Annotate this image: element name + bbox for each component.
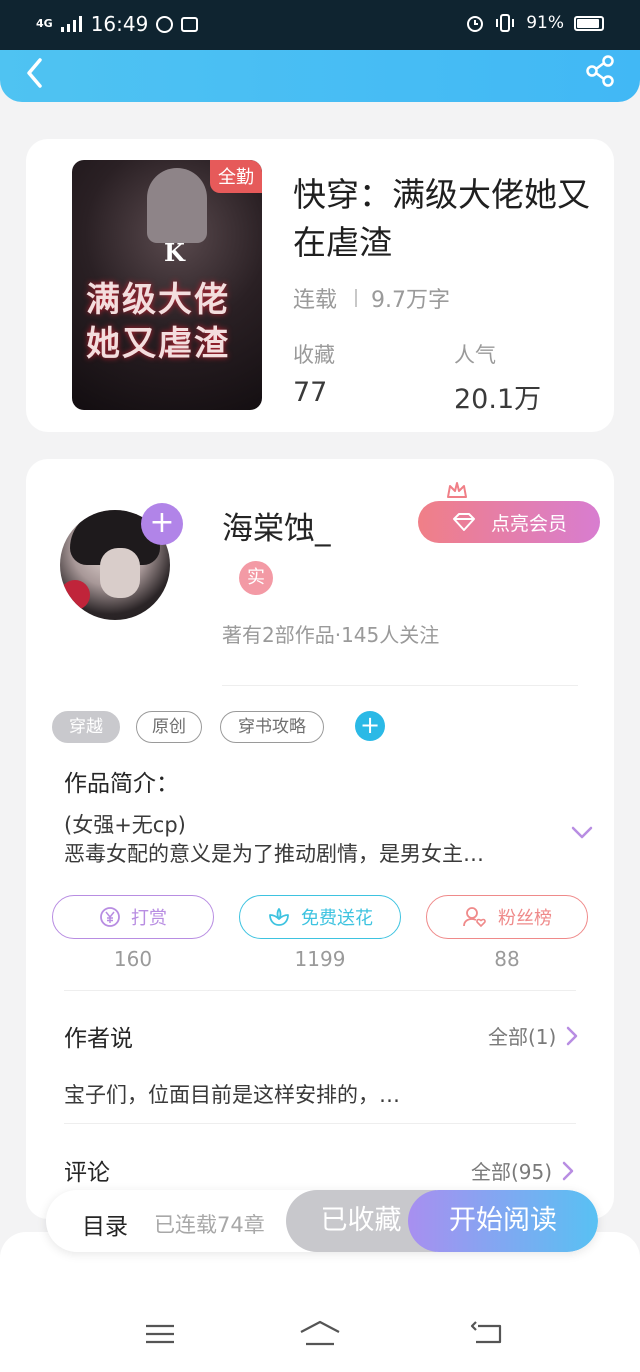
user-heart-icon xyxy=(463,907,486,928)
author-say-text[interactable]: 宝子们，位面目前是这样安排的，… xyxy=(64,1079,400,1109)
send-flower-label: 免费送花 xyxy=(301,908,373,929)
sync-icon xyxy=(156,15,174,33)
comments-all-label: 全部(95) xyxy=(471,1160,553,1184)
signal-icon xyxy=(60,16,82,32)
favorites-label: 收藏 xyxy=(293,343,335,367)
share-icon[interactable] xyxy=(584,54,618,88)
network-indicator: 4G xyxy=(36,17,53,30)
favorites-value: 77 xyxy=(293,377,328,408)
home-icon[interactable] xyxy=(298,1318,342,1350)
comments-all-link[interactable]: 全部(95) xyxy=(471,1156,574,1185)
author-say-title: 作者说 xyxy=(64,1026,133,1052)
book-title: 快穿：满级大佬她又在虐渣 xyxy=(293,175,590,262)
avatar-face xyxy=(100,548,140,598)
avatar-rose xyxy=(60,580,90,610)
intro-title: 作品简介： xyxy=(64,771,179,797)
crown-icon xyxy=(447,482,467,498)
author-stats: 著有2部作品·145人关注 xyxy=(222,623,440,647)
intro-line-2: 恶毒女配的意义是为了推动剧情，是男女主… xyxy=(64,842,484,866)
divider xyxy=(222,685,578,686)
battery-icon xyxy=(574,15,604,31)
intro-text: (女强+无cp) 恶毒女配的意义是为了推动剧情，是男女主… xyxy=(64,811,534,869)
divider xyxy=(64,1123,576,1124)
tag-yuanchuang[interactable]: 原创 xyxy=(136,711,202,743)
bottom-action-bar: 目录 已连载74章 已收藏 开始阅读 xyxy=(46,1190,598,1252)
toc-button[interactable]: 目录 xyxy=(82,1207,128,1241)
book-meta: 连载 9.7万字 xyxy=(293,282,450,314)
vip-button-label: 点亮会员 xyxy=(490,512,567,535)
fan-ranking-button[interactable]: 粉丝榜 xyxy=(426,895,588,939)
popularity-value: 20.1万 xyxy=(454,384,542,415)
book-detail-card: + 海棠蚀_ 实 著有2部作品·145人关注 点亮会员 穿越 原创 穿书攻略 +… xyxy=(26,459,614,1219)
status-bar: 4G 16:49 91% xyxy=(0,0,640,50)
diamond-icon xyxy=(452,513,475,531)
fan-ranking-label: 粉丝榜 xyxy=(498,908,552,929)
follow-plus-button[interactable]: + xyxy=(141,503,183,545)
tag-chuanyue[interactable]: 穿越 xyxy=(52,711,120,743)
top-bar xyxy=(0,50,640,102)
alarm-icon xyxy=(467,16,484,32)
full-attendance-badge: 全勤 xyxy=(210,160,262,193)
start-reading-button[interactable]: 开始阅读 xyxy=(408,1190,598,1252)
status-time: 16:49 xyxy=(90,12,149,36)
vibrate-icon xyxy=(496,14,515,32)
send-flower-button[interactable]: 免费送花 xyxy=(239,895,401,939)
battery-percent: 91% xyxy=(526,13,564,33)
book-status: 连载 xyxy=(293,288,338,313)
add-tag-button[interactable]: + xyxy=(355,711,385,741)
vip-button[interactable]: 点亮会员 xyxy=(418,482,600,543)
chevron-right-icon xyxy=(562,1161,574,1180)
cover-title: 满级大佬她又虐渣 xyxy=(86,280,230,364)
cover-letter: K xyxy=(164,238,185,267)
fan-count: 88 xyxy=(494,947,520,971)
author-say-all-link[interactable]: 全部(1) xyxy=(488,1021,578,1050)
flower-icon xyxy=(269,908,289,926)
verified-badge: 实 xyxy=(239,561,273,595)
system-nav-bar xyxy=(0,1232,640,1372)
book-info-card: K 满级大佬她又虐渣 全勤 快穿：满级大佬她又在虐渣 连载 9.7万字 收藏 7… xyxy=(26,139,614,432)
chevron-down-icon[interactable] xyxy=(570,825,594,841)
divider xyxy=(64,990,576,991)
meta-divider xyxy=(355,289,358,307)
book-cover[interactable]: K 满级大佬她又虐渣 全勤 xyxy=(72,160,262,410)
flower-count: 1199 xyxy=(294,947,346,971)
tag-chuanshu[interactable]: 穿书攻略 xyxy=(220,711,324,743)
word-count: 9.7万字 xyxy=(371,288,451,313)
cover-figure xyxy=(147,168,207,243)
yen-icon xyxy=(100,907,120,927)
back-icon[interactable] xyxy=(466,1318,510,1350)
author-say-all-label: 全部(1) xyxy=(488,1025,557,1049)
popularity-label: 人气 xyxy=(454,343,496,367)
tip-button[interactable]: 打赏 xyxy=(52,895,214,939)
comments-title: 评论 xyxy=(64,1160,110,1186)
intro-line-1: (女强+无cp) xyxy=(64,813,186,837)
chapter-count: 已连载74章 xyxy=(154,1213,265,1237)
tip-count: 160 xyxy=(113,947,153,971)
tip-label: 打赏 xyxy=(131,908,167,929)
back-arrow-icon[interactable] xyxy=(20,56,54,90)
message-icon xyxy=(181,16,199,32)
menu-icon[interactable] xyxy=(138,1318,182,1350)
chevron-right-icon xyxy=(567,1026,578,1045)
author-name[interactable]: 海棠蚀_ xyxy=(222,503,331,548)
